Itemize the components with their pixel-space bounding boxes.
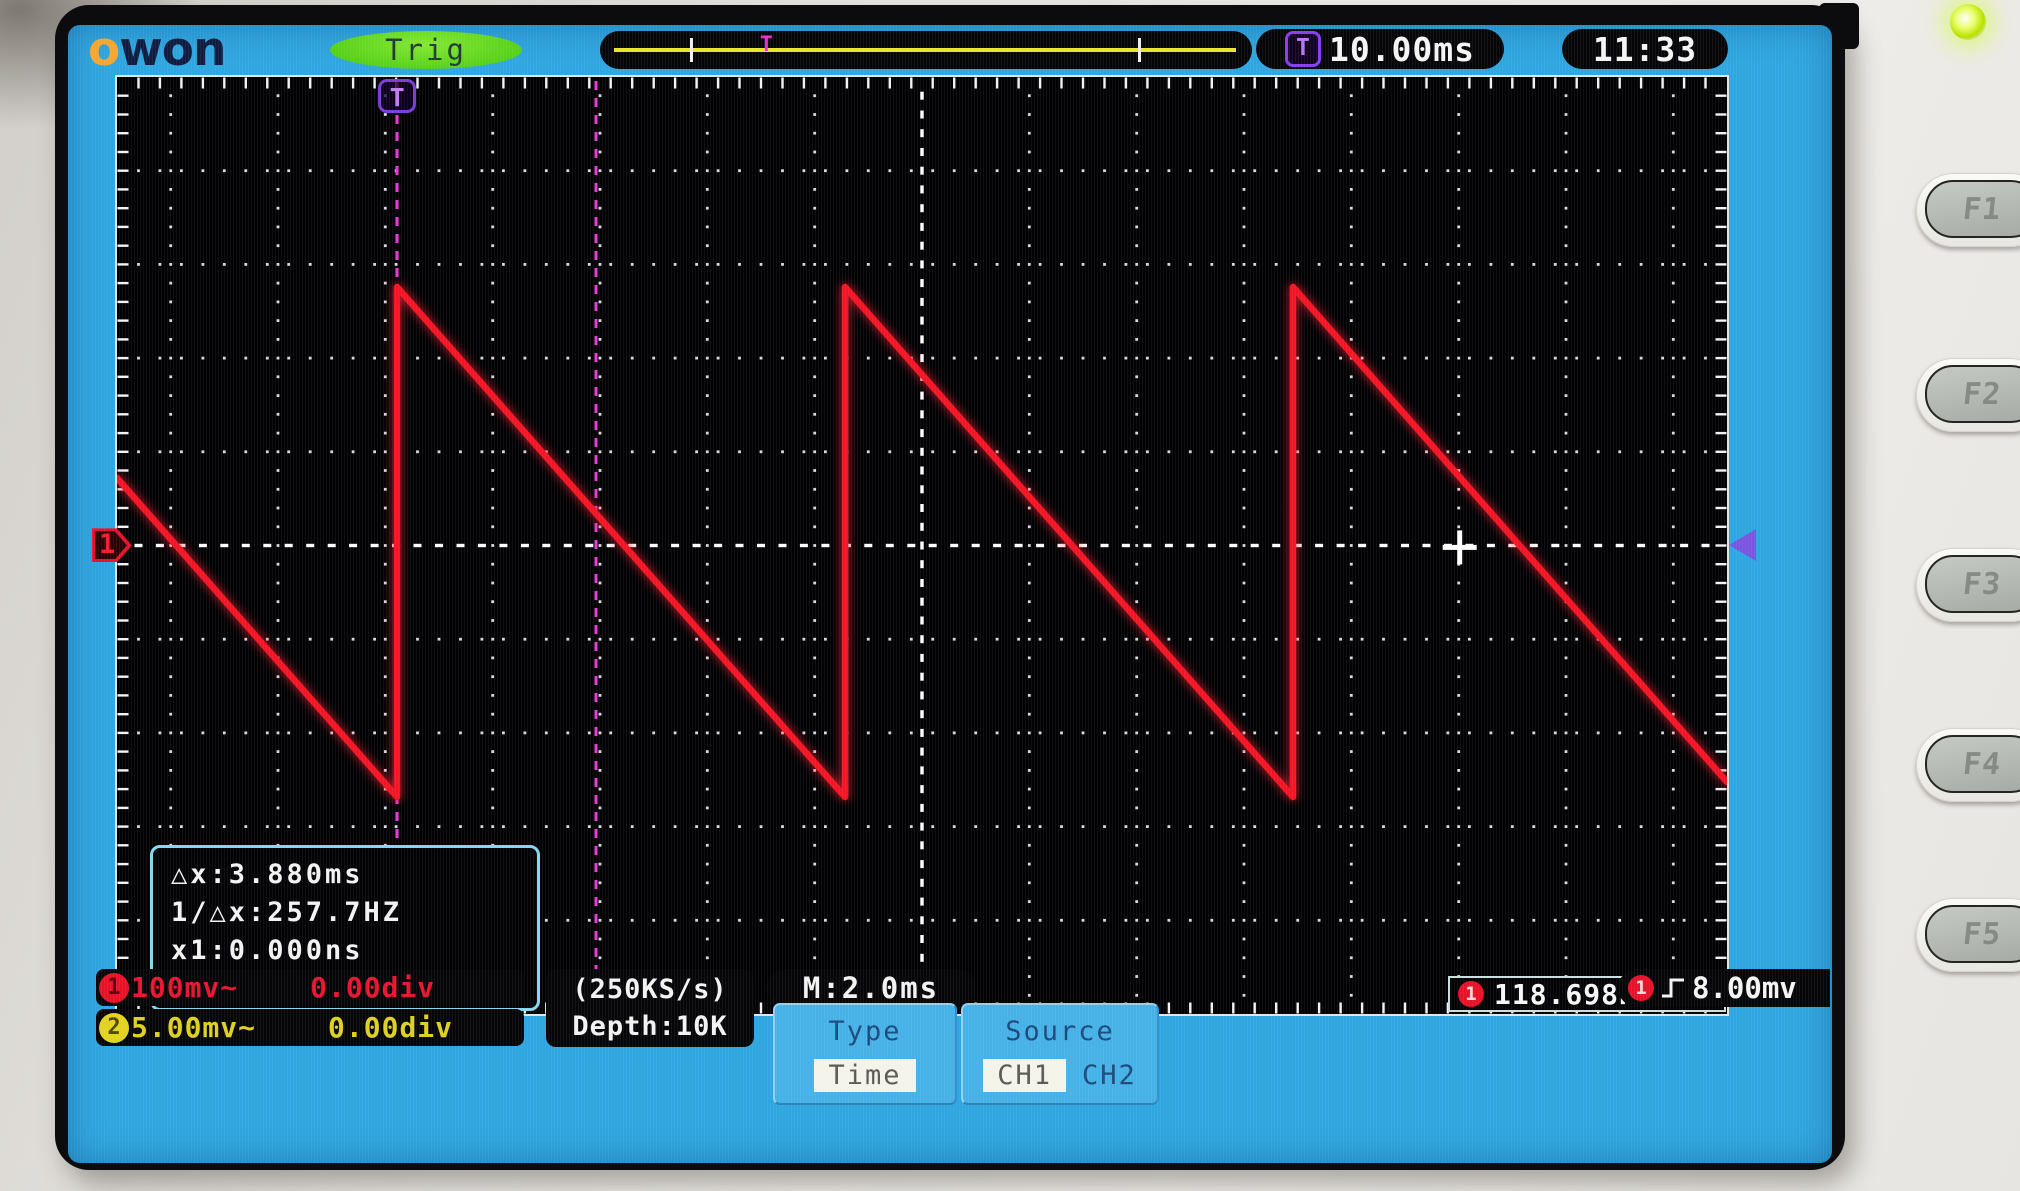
fkey-label: F1 bbox=[1961, 192, 2003, 227]
menu-type-value[interactable]: Time bbox=[814, 1059, 915, 1092]
acquisition-status: (250KS/s) Depth:10K bbox=[546, 969, 754, 1047]
channel1-scale: 100mv~ bbox=[131, 971, 238, 1004]
record-length-line bbox=[614, 48, 1236, 52]
graticule: T △x:3.880ms 1/△x:257.7HZ x1:0.000ns x2:… bbox=[115, 75, 1729, 1016]
clock-value: 11:33 bbox=[1593, 30, 1697, 69]
scope-display: owon Trig T T 10.00ms 11:33 T △x:3.880 bbox=[68, 25, 1832, 1163]
channel2-scale: 5.00mv~ bbox=[131, 1011, 256, 1044]
channel1-status: 1 100mv~ 0.00div bbox=[96, 969, 524, 1006]
channel2-status: 2 5.00mv~ 0.00div bbox=[96, 1009, 524, 1046]
fkey-f2-cap: F2 bbox=[1925, 365, 2020, 423]
record-depth: Depth:10K bbox=[572, 1008, 727, 1045]
sample-rate: (250KS/s) bbox=[572, 971, 727, 1008]
trigger-level-readout: 1 8.00mv bbox=[1618, 969, 1830, 1007]
window-marker-tick bbox=[690, 38, 693, 62]
horizontal-position-bar: T bbox=[600, 31, 1252, 69]
rising-edge-icon bbox=[1660, 975, 1686, 1001]
trigger-delay-value: 10.00ms bbox=[1329, 30, 1475, 69]
power-led-green bbox=[1950, 4, 1986, 40]
fkey-f3-cap: F3 bbox=[1925, 555, 2020, 613]
fkey-f5-cap: F5 bbox=[1925, 905, 2020, 963]
channel1-position: 0.00div bbox=[310, 971, 435, 1004]
screen-frame: owon Trig T T 10.00ms 11:33 T △x:3.880 bbox=[55, 5, 1845, 1170]
owon-logo: owon bbox=[88, 25, 225, 75]
menu-source-ch1-option[interactable]: CH1 bbox=[983, 1059, 1066, 1092]
trigger-level-marker bbox=[1729, 529, 1756, 561]
clock: 11:33 bbox=[1562, 29, 1728, 69]
window-marker-tick bbox=[1138, 38, 1141, 62]
channel1-position-marker: 1 bbox=[92, 528, 132, 562]
fkey-f1[interactable]: F1 bbox=[1916, 173, 2020, 247]
fkey-f4-cap: F4 bbox=[1925, 735, 2020, 793]
fkey-f1-cap: F1 bbox=[1925, 180, 2020, 238]
menu-type-button[interactable]: Type Time bbox=[773, 1003, 957, 1105]
channel1-icon: 1 bbox=[99, 973, 129, 1003]
fkey-label: F5 bbox=[1961, 917, 2003, 952]
oscilloscope-front-panel: F1 F2 F3 F4 F5 owon Trig T T 10.00ms 11:… bbox=[0, 0, 2020, 1191]
menu-source-button[interactable]: Source CH1 CH2 bbox=[961, 1003, 1159, 1105]
cursor-dx: △x:3.880ms bbox=[171, 856, 519, 894]
trigger-shield-icon: T bbox=[1285, 31, 1321, 67]
fkey-label: F3 bbox=[1961, 567, 2003, 602]
menu-source-ch2-option[interactable]: CH2 bbox=[1082, 1060, 1137, 1091]
trigger-status-badge: Trig bbox=[330, 31, 522, 69]
trigger-delay-readout: T 10.00ms bbox=[1256, 29, 1504, 69]
main-timebase-readout: M:2.0ms bbox=[766, 969, 976, 1007]
fkey-f4[interactable]: F4 bbox=[1916, 728, 2020, 802]
trigger-time-marker-icon: T bbox=[760, 32, 773, 56]
channel1-icon: 1 bbox=[1628, 975, 1654, 1001]
channel2-position: 0.00div bbox=[328, 1011, 453, 1044]
menu-type-label: Type bbox=[828, 1016, 901, 1047]
cursor-inverse-dx: 1/△x:257.7HZ bbox=[171, 894, 519, 932]
fkey-f5[interactable]: F5 bbox=[1916, 898, 2020, 972]
channel1-icon: 1 bbox=[1458, 981, 1484, 1007]
trigger-position-marker-icon: T bbox=[378, 79, 416, 113]
channel2-icon: 2 bbox=[99, 1013, 129, 1043]
cursor-x1: x1:0.000ns bbox=[171, 932, 519, 970]
fkey-label: F2 bbox=[1961, 377, 2003, 412]
menu-source-label: Source bbox=[1005, 1016, 1115, 1047]
fkey-f3[interactable]: F3 bbox=[1916, 548, 2020, 622]
trigger-level-value: 8.00mv bbox=[1692, 971, 1797, 1005]
fkey-f2[interactable]: F2 bbox=[1916, 358, 2020, 432]
fkey-label: F4 bbox=[1961, 747, 2003, 782]
